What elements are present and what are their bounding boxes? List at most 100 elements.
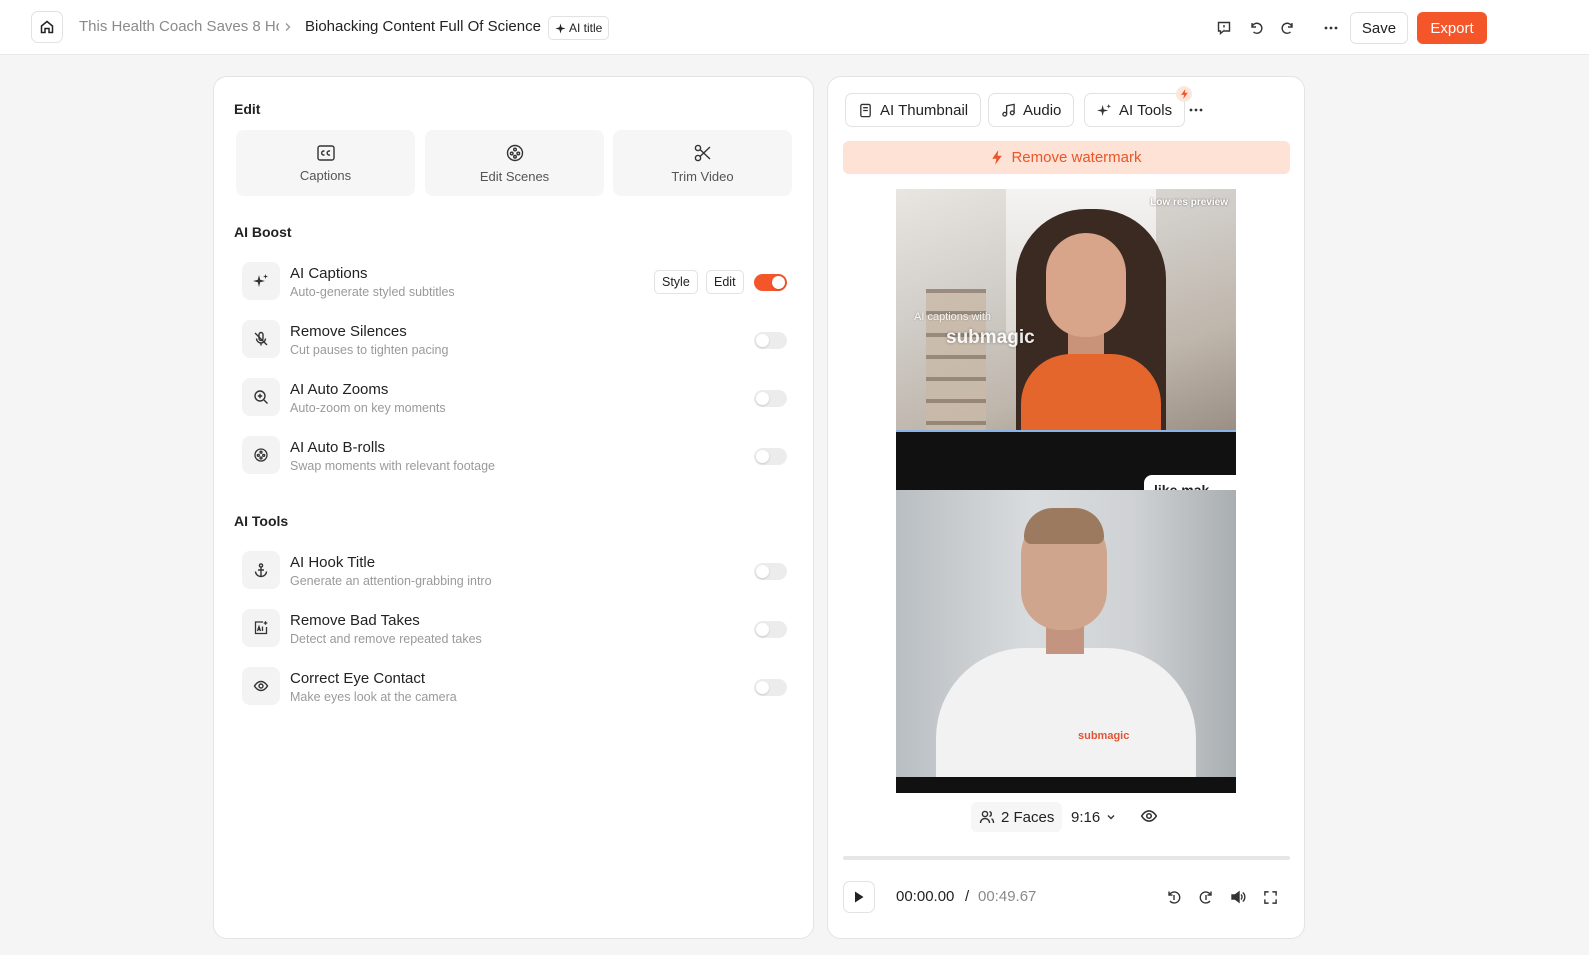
more-button[interactable]: [1320, 17, 1342, 39]
edit-panel: Edit Captions Edit Scenes Trim Video AI …: [213, 76, 814, 939]
home-icon: [40, 20, 54, 34]
eye-icon: [1140, 810, 1158, 822]
ai-auto-brolls-icon-box: [242, 436, 280, 474]
preview-visibility-button[interactable]: [1140, 807, 1160, 827]
save-button[interactable]: Save: [1350, 12, 1408, 44]
watermark-overlay-small: AI captions with: [914, 311, 992, 323]
ai-captions-subtitle: Auto-generate styled subtitles: [290, 285, 455, 299]
tab-ai-thumbnail-label: AI Thumbnail: [880, 101, 969, 119]
thumbnail-icon: [860, 103, 871, 117]
breadcrumb-title[interactable]: Biohacking Content Full Of Science: [305, 18, 541, 35]
rewind-icon: [1168, 891, 1181, 904]
preview-panel: AI Thumbnail Audio AI Tools Remove water…: [827, 76, 1305, 939]
fullscreen-button[interactable]: [1260, 887, 1280, 907]
ai-auto-brolls-title: AI Auto B-rolls: [290, 439, 386, 456]
correct-eye-contact-subtitle: Make eyes look at the camera: [290, 690, 457, 704]
mic-off-icon: [254, 331, 268, 346]
ai-hook-title-toggle[interactable]: [754, 563, 787, 580]
person-hair: [1024, 508, 1104, 544]
captions-card[interactable]: Captions: [236, 130, 415, 196]
caption-edit-button[interactable]: Edit: [706, 270, 744, 294]
volume-button[interactable]: [1228, 887, 1248, 907]
remove-silences-toggle[interactable]: [754, 332, 787, 349]
rewind-button[interactable]: [1164, 887, 1184, 907]
feedback-icon: [1217, 21, 1231, 35]
ai-auto-zooms-toggle[interactable]: [754, 390, 787, 407]
trim-video-card[interactable]: Trim Video: [613, 130, 792, 196]
tab-ai-thumbnail[interactable]: AI Thumbnail: [845, 93, 982, 127]
aspect-ratio-label: 9:16: [1071, 808, 1101, 826]
undo-button[interactable]: [1245, 17, 1267, 39]
sparkles-icon: [1097, 103, 1112, 116]
aspect-ratio-selector[interactable]: 9:16: [1071, 802, 1116, 832]
sparkle-icon: [555, 22, 566, 34]
tab-ai-tools[interactable]: AI Tools: [1084, 86, 1193, 127]
current-time: 00:00.00: [896, 888, 955, 905]
ai-captions-row: AI Captions Auto-generate styled subtitl…: [242, 256, 787, 304]
remove-bad-takes-toggle[interactable]: [754, 621, 787, 638]
shirt-logo: submagic: [1078, 730, 1130, 742]
edit-scenes-card-label: Edit Scenes: [479, 168, 550, 184]
tab-audio[interactable]: Audio: [988, 93, 1075, 127]
forward-icon: [1199, 891, 1212, 904]
trim-video-card-label: Trim Video: [671, 168, 734, 184]
chevron-down-icon: [1107, 815, 1115, 820]
ai-title-button[interactable]: AI title: [548, 16, 610, 40]
volume-icon: [1231, 890, 1246, 904]
tabs-more-button[interactable]: [1185, 99, 1207, 121]
lightning-icon: [1180, 89, 1188, 99]
film-reel-icon: [506, 144, 523, 161]
users-icon: [979, 810, 995, 824]
music-note-icon: [1002, 103, 1015, 117]
ai-auto-zooms-subtitle: Auto-zoom on key moments: [290, 401, 446, 415]
ai-auto-brolls-toggle[interactable]: [754, 448, 787, 465]
remove-watermark-label: Remove watermark: [1011, 149, 1142, 166]
ai-tools-section-title: AI Tools: [234, 513, 289, 529]
ai-auto-brolls-row: AI Auto B-rolls Swap moments with releva…: [242, 430, 787, 478]
playback-progress-bar[interactable]: [843, 856, 1290, 860]
chevron-right-icon: [283, 17, 295, 37]
breadcrumb-project[interactable]: This Health Coach Saves 8 Hc: [79, 18, 279, 35]
remove-silences-subtitle: Cut pauses to tighten pacing: [290, 343, 449, 357]
ai-captions-icon-box: [242, 262, 280, 300]
caption-style-button[interactable]: Style: [654, 270, 698, 294]
watermark-overlay-logo: submagic: [946, 327, 1035, 348]
scissors-icon: [694, 144, 710, 161]
tab-ai-tools-label: AI Tools: [1119, 101, 1173, 119]
video-frame-top: AI captions with submagic Low res previe…: [896, 189, 1236, 431]
remove-silences-title: Remove Silences: [290, 323, 407, 340]
person-face: [1046, 233, 1126, 337]
edit-section-title: Edit: [234, 101, 261, 117]
redo-button[interactable]: [1277, 17, 1299, 39]
film-reel-icon: [254, 448, 268, 462]
lightning-icon: [992, 150, 1003, 165]
ai-auto-brolls-subtitle: Swap moments with relevant footage: [290, 459, 495, 473]
undo-icon: [1251, 22, 1263, 34]
ai-title-label: AI title: [569, 21, 603, 35]
remove-watermark-button[interactable]: Remove watermark: [843, 141, 1290, 174]
remove-bad-takes-icon-box: [242, 609, 280, 647]
sparkles-icon: [253, 274, 268, 287]
feedback-button[interactable]: [1213, 17, 1235, 39]
ai-auto-zooms-icon-box: [242, 378, 280, 416]
export-button[interactable]: Export: [1417, 12, 1487, 44]
ai-hook-title-icon-box: [242, 551, 280, 589]
cc-icon: [316, 144, 335, 161]
correct-eye-contact-row: Correct Eye Contact Make eyes look at th…: [242, 661, 787, 709]
time-separator: /: [965, 888, 970, 905]
play-button[interactable]: [843, 881, 875, 913]
correct-eye-contact-toggle[interactable]: [754, 679, 787, 696]
faces-selector[interactable]: 2 Faces: [971, 802, 1063, 832]
forward-button[interactable]: [1196, 887, 1216, 907]
home-button[interactable]: [31, 11, 63, 43]
zoom-in-icon: [254, 390, 268, 404]
more-icon: [1189, 108, 1203, 112]
more-icon: [1324, 26, 1338, 30]
ai-captions-toggle[interactable]: [754, 274, 787, 291]
remove-silences-icon-box: [242, 320, 280, 358]
person-shirt: [936, 648, 1196, 777]
video-preview[interactable]: AI captions with submagic Low res previe…: [896, 189, 1236, 793]
edit-scenes-card[interactable]: Edit Scenes: [425, 130, 604, 196]
remove-bad-takes-title: Remove Bad Takes: [290, 612, 420, 629]
captions-card-label: Captions: [299, 167, 352, 183]
